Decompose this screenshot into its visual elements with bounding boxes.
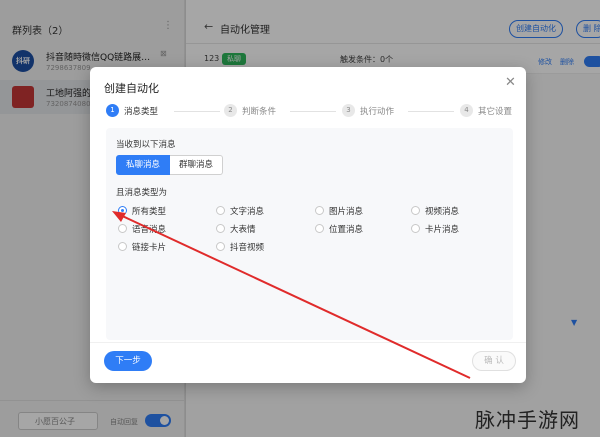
annotation-arrow [112, 211, 471, 379]
arrow-shaft [117, 213, 471, 379]
watermark-text: 脉冲手游网 [475, 408, 580, 432]
arrow-head [112, 211, 126, 222]
